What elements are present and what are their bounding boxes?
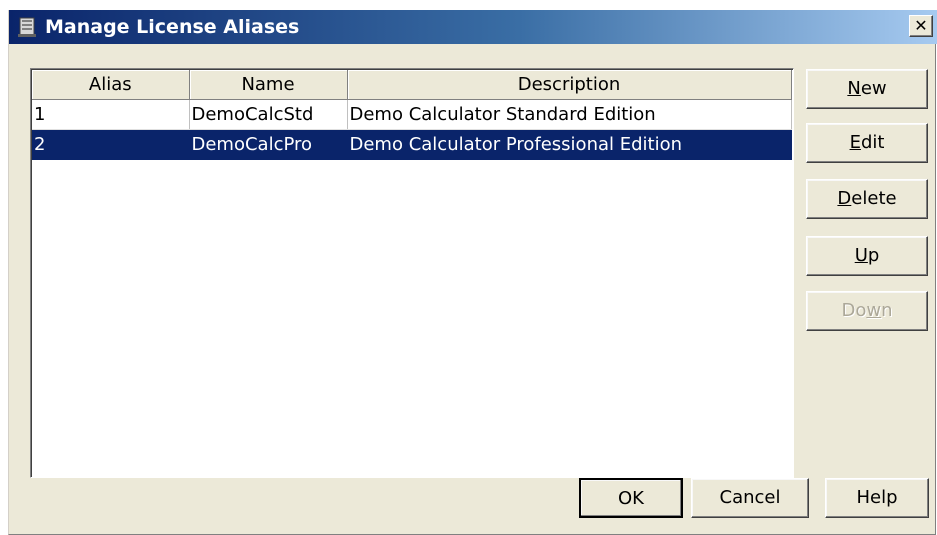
table-row[interactable]: 1 DemoCalcStd Demo Calculator Standard E… (32, 99, 792, 130)
manage-license-aliases-dialog: Manage License Aliases ✕ Alias Name Desc… (8, 10, 937, 535)
help-button[interactable]: Help (825, 478, 929, 518)
close-icon: ✕ (914, 16, 928, 35)
delete-button[interactable]: Delete (806, 179, 928, 219)
table-header-row: Alias Name Description (32, 70, 792, 100)
license-icon (18, 17, 36, 37)
cell-description[interactable]: Demo Calculator Professional Edition (346, 129, 792, 160)
cell-name[interactable]: DemoCalcPro (188, 129, 348, 160)
column-header-name[interactable]: Name (189, 70, 348, 100)
column-header-alias[interactable]: Alias (32, 70, 190, 100)
new-button[interactable]: New (806, 69, 928, 109)
edit-button[interactable]: Edit (806, 123, 928, 163)
cell-alias[interactable]: 1 (32, 99, 190, 130)
cell-name[interactable]: DemoCalcStd (189, 99, 348, 130)
column-header-description[interactable]: Description (347, 70, 792, 100)
down-button: Down (806, 291, 928, 331)
window-title: Manage License Aliases (45, 16, 300, 38)
up-button[interactable]: Up (806, 236, 928, 276)
table-row-selected[interactable]: 2 DemoCalcPro Demo Calculator Profession… (32, 129, 792, 160)
aliases-table[interactable]: Alias Name Description 1 DemoCalcStd Dem… (30, 68, 794, 478)
close-button[interactable]: ✕ (909, 15, 933, 37)
cancel-button[interactable]: Cancel (691, 478, 809, 518)
cell-alias[interactable]: 2 (32, 129, 190, 160)
cell-description[interactable]: Demo Calculator Standard Edition (347, 99, 792, 130)
title-bar[interactable]: Manage License Aliases ✕ (9, 10, 937, 44)
ok-button[interactable]: OK (579, 478, 683, 518)
